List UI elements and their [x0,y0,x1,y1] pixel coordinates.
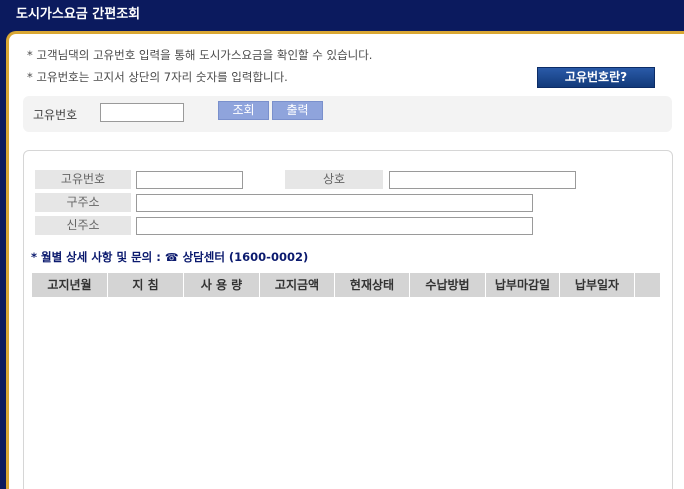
new-address-field[interactable] [136,217,533,235]
main-frame: * 고객님댁의 고유번호 입력을 통해 도시가스요금을 확인할 수 있습니다. … [6,31,684,489]
notice-line-1: * 고객님댁의 고유번호 입력을 통해 도시가스요금을 확인할 수 있습니다. [27,48,373,62]
col-bill-amount: 고지금액 [260,273,335,297]
result-panel: 고유번호 상호 구주소 신주소 * 월별 상세 사항 및 문의 : ☎ 상담센터… [23,150,673,489]
search-button[interactable]: 조회 [218,101,269,120]
col-usage: 사 용 량 [184,273,260,297]
col-spacer [635,273,660,297]
old-address-label: 구주소 [35,193,131,212]
col-status: 현재상태 [335,273,410,297]
col-payment-method: 수납방법 [410,273,486,297]
col-due-date: 납부마감일 [486,273,560,297]
name-field[interactable] [389,171,576,189]
consult-center: 상담센터 (1600-0002) [182,250,309,264]
search-label: 고유번호 [33,108,78,122]
notice-line-2: * 고유번호는 고지서 상단의 7자리 숫자를 입력합니다. [27,70,288,84]
about-id-button[interactable]: 고유번호란? [537,67,655,88]
inquiry-line: * 월별 상세 사항 및 문의 : ☎ 상담센터 (1600-0002) [31,249,308,265]
id-field[interactable] [136,171,243,189]
col-bill-month: 고지년월 [32,273,108,297]
new-address-label: 신주소 [35,216,131,235]
id-search-input[interactable] [100,103,184,122]
window-title: 도시가스요금 간편조회 [0,0,684,31]
inquiry-text: * 월별 상세 사항 및 문의 : [31,250,161,264]
id-label: 고유번호 [35,170,131,189]
col-paid-date: 납부일자 [560,273,635,297]
old-address-field[interactable] [136,194,533,212]
phone-icon: ☎ [164,251,179,264]
search-bar: 고유번호 조회 출력 [23,96,672,132]
name-label: 상호 [285,170,383,189]
billing-table-header: 고지년월 지 침 사 용 량 고지금액 현재상태 수납방법 납부마감일 납부일자 [32,273,660,297]
print-button[interactable]: 출력 [272,101,323,120]
col-meter-reading: 지 침 [108,273,184,297]
